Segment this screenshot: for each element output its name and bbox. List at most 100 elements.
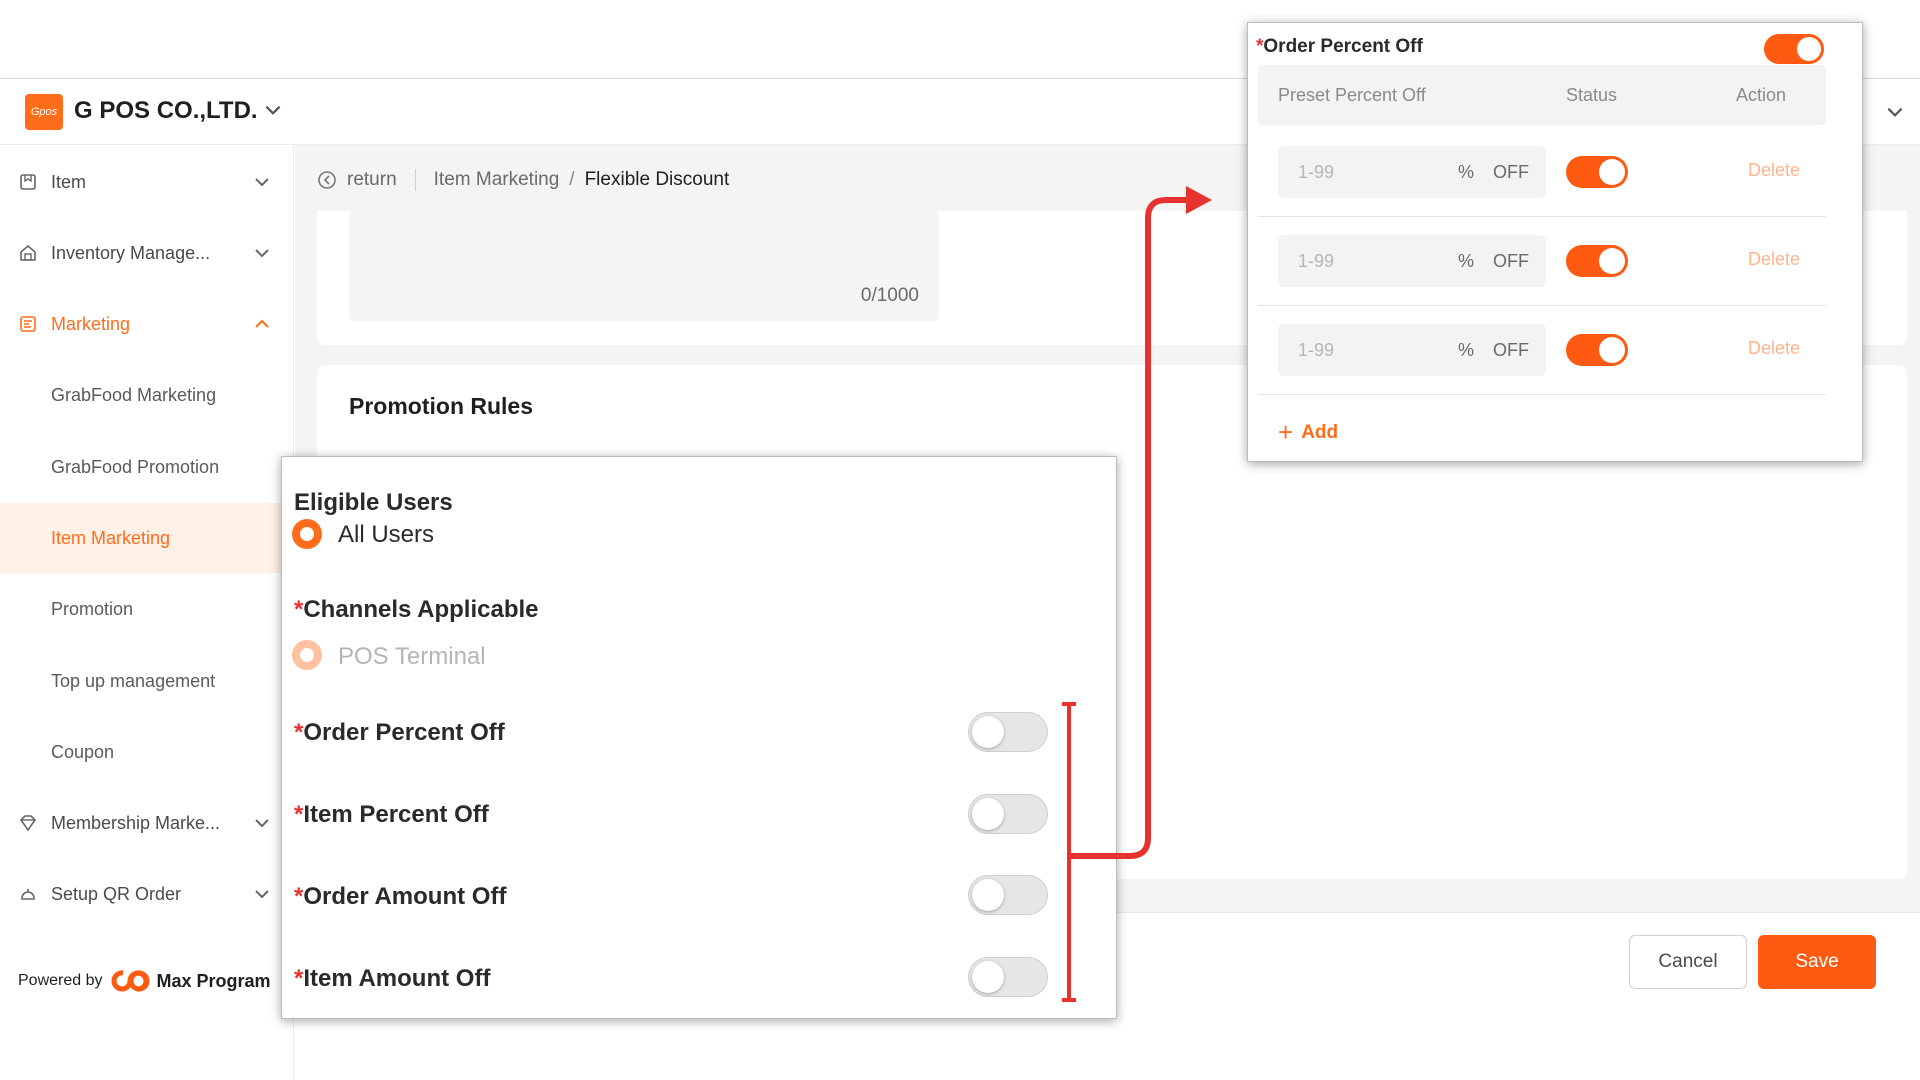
- powered-by-label: Powered by: [18, 972, 103, 989]
- item-percent-off-label: *Item Percent Off: [294, 801, 489, 829]
- all-users-label: All Users: [338, 521, 435, 548]
- percent-input[interactable]: 1-99 % OFF: [1278, 235, 1546, 287]
- toggle-knob: [972, 961, 1004, 993]
- chevron-down-icon: [255, 819, 269, 828]
- percent-suffix: OFF: [1493, 251, 1529, 271]
- sidebar-item-grabfood-marketing[interactable]: GrabFood Marketing: [0, 360, 294, 430]
- add-button[interactable]: + Add: [1278, 417, 1338, 448]
- toggle-label-text: Order Amount Off: [303, 883, 507, 910]
- save-button[interactable]: Save: [1758, 935, 1876, 989]
- order-percent-off-enable-toggle[interactable]: [1764, 34, 1824, 64]
- breadcrumb-parent[interactable]: Item Marketing: [434, 169, 560, 191]
- breadcrumb-separator: /: [569, 169, 575, 190]
- promotion-rules-title: Promotion Rules: [349, 393, 534, 419]
- add-label: Add: [1301, 421, 1339, 443]
- table-header: Preset Percent Off Status Action: [1258, 65, 1826, 125]
- delete-link[interactable]: Delete: [1748, 160, 1800, 181]
- sidebar-item-qr-order[interactable]: Setup QR Order: [0, 859, 294, 929]
- channels-title-text: Channels Applicable: [303, 596, 539, 623]
- powered-by: Powered by Max Program: [18, 968, 271, 994]
- eligible-users-title: Eligible Users: [294, 489, 453, 516]
- sidebar-item-label: GrabFood Marketing: [51, 384, 217, 405]
- sidebar-item-label: Setup QR Order: [51, 883, 182, 904]
- return-link[interactable]: return: [347, 169, 397, 191]
- sidebar-item-label: Coupon: [51, 741, 115, 762]
- pos-terminal-radio[interactable]: [292, 640, 322, 670]
- required-mark: *: [294, 965, 304, 992]
- sidebar: Item Inventory Manage... Marketing GrabF…: [0, 145, 294, 1080]
- company-name[interactable]: G POS CO.,LTD.: [74, 97, 258, 125]
- breadcrumb-divider: [414, 169, 416, 191]
- channels-title: *Channels Applicable: [294, 596, 539, 624]
- percent-input[interactable]: 1-99 % OFF: [1278, 146, 1546, 198]
- percent-suffix: OFF: [1493, 162, 1529, 182]
- toggle-knob: [972, 716, 1004, 748]
- percent-placeholder: 1-99: [1298, 162, 1335, 182]
- app-window: Gpos G POS CO.,LTD. Item Inventory Manag…: [0, 0, 1920, 1080]
- chevron-down-icon[interactable]: [262, 99, 284, 121]
- toggle-label-text: Item Percent Off: [303, 801, 489, 828]
- toggle-knob: [1599, 159, 1625, 185]
- item-icon: [20, 174, 36, 190]
- breadcrumb: return Item Marketing / Flexible Discoun…: [317, 169, 729, 191]
- plus-icon: +: [1278, 417, 1294, 447]
- description-textarea[interactable]: 0/1000: [349, 211, 939, 321]
- qr-order-icon: [21, 889, 35, 900]
- sidebar-item-coupon[interactable]: Coupon: [0, 717, 294, 787]
- column-header: Preset Percent Off: [1278, 85, 1426, 105]
- order-percent-off-label: *Order Percent Off: [294, 719, 505, 747]
- sidebar-item-label: Marketing: [51, 313, 131, 334]
- toggle-label-text: Item Amount Off: [303, 965, 491, 992]
- percent-suffix: OFF: [1493, 340, 1529, 360]
- order-percent-off-title-text: Order Percent Off: [1263, 36, 1423, 57]
- toggle-knob: [972, 879, 1004, 911]
- breadcrumb-current: Flexible Discount: [584, 169, 730, 190]
- sidebar-item-marketing[interactable]: Marketing: [0, 289, 294, 359]
- order-amount-off-label: *Order Amount Off: [294, 883, 506, 911]
- item-percent-off-toggle[interactable]: [968, 794, 1048, 834]
- max-program-logo-icon: [111, 970, 149, 992]
- sidebar-item-membership[interactable]: Membership Marke...: [0, 788, 294, 858]
- percent-unit: %: [1458, 251, 1475, 271]
- chevron-down-icon: [255, 890, 269, 899]
- sidebar-item-label: Top up management: [51, 670, 216, 691]
- chevron-down-icon[interactable]: [1884, 101, 1906, 123]
- required-mark: *: [294, 596, 304, 623]
- sidebar-item-top-up[interactable]: Top up management: [0, 646, 294, 716]
- item-amount-off-label: *Item Amount Off: [294, 965, 490, 993]
- percent-input[interactable]: 1-99 % OFF: [1278, 324, 1546, 376]
- sidebar-item-item[interactable]: Item: [0, 147, 294, 217]
- order-percent-off-title: *Order Percent Off: [1256, 36, 1423, 58]
- marketing-icon: [20, 316, 36, 332]
- percent-placeholder: 1-99: [1298, 251, 1335, 271]
- sidebar-item-item-marketing[interactable]: Item Marketing: [0, 503, 294, 573]
- order-amount-off-toggle[interactable]: [968, 875, 1048, 915]
- item-amount-off-toggle[interactable]: [968, 957, 1048, 997]
- percent-placeholder: 1-99: [1298, 340, 1335, 360]
- sidebar-item-label: Item Marketing: [51, 527, 171, 548]
- status-toggle[interactable]: [1566, 245, 1628, 277]
- brand-name: Max Program: [156, 970, 271, 991]
- sidebar-item-label: GrabFood Promotion: [51, 456, 220, 477]
- order-percent-off-panel: *Order Percent Off Preset Percent Off St…: [1247, 22, 1863, 462]
- sidebar-item-label: Membership Marke...: [51, 812, 221, 833]
- return-icon[interactable]: [317, 170, 337, 190]
- inventory-icon: [20, 244, 36, 261]
- chevron-down-icon: [255, 178, 269, 187]
- delete-link[interactable]: Delete: [1748, 249, 1800, 270]
- sidebar-item-grabfood-promotion[interactable]: GrabFood Promotion: [0, 432, 294, 502]
- status-toggle[interactable]: [1566, 334, 1628, 366]
- status-toggle[interactable]: [1566, 156, 1628, 188]
- sidebar-item-promotion[interactable]: Promotion: [0, 574, 294, 644]
- column-header: Action: [1736, 85, 1787, 105]
- order-percent-off-toggle[interactable]: [968, 712, 1048, 752]
- required-mark: *: [294, 883, 304, 910]
- delete-link[interactable]: Delete: [1748, 338, 1800, 359]
- all-users-radio[interactable]: [292, 519, 322, 549]
- sidebar-item-inventory[interactable]: Inventory Manage...: [0, 218, 294, 288]
- chevron-down-icon: [255, 249, 269, 258]
- required-mark: *: [294, 801, 304, 828]
- cancel-button[interactable]: Cancel: [1629, 935, 1747, 989]
- toggle-knob: [1797, 37, 1821, 61]
- toggle-knob: [1599, 337, 1625, 363]
